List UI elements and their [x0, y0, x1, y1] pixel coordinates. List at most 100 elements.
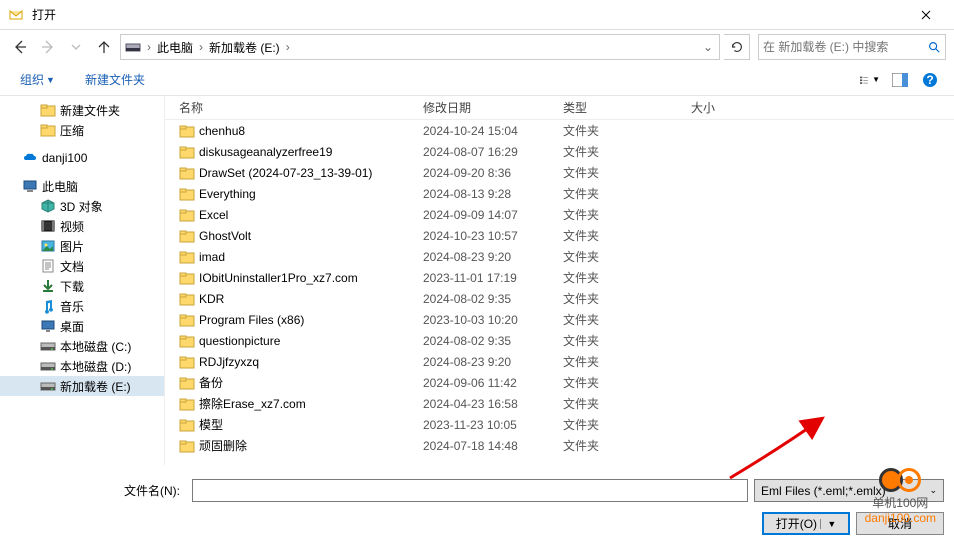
back-button[interactable] — [8, 35, 32, 59]
file-row[interactable]: Program Files (x86)2023-10-03 10:20文件夹 — [165, 309, 954, 330]
music-icon — [40, 298, 56, 314]
up-button[interactable] — [92, 35, 116, 59]
new-folder-button[interactable]: 新建文件夹 — [79, 71, 151, 88]
col-size[interactable]: 大小 — [691, 99, 771, 116]
filename-input[interactable] — [192, 479, 748, 502]
arrow-left-icon — [12, 39, 28, 55]
sidebar-item[interactable]: 桌面 — [0, 316, 164, 336]
col-type[interactable]: 类型 — [563, 99, 691, 116]
sidebar-item[interactable]: 下载 — [0, 276, 164, 296]
file-row[interactable]: KDR 2024-08-02 9:35文件夹 — [165, 288, 954, 309]
file-date: 2024-04-23 16:58 — [423, 397, 563, 411]
file-date: 2024-10-24 15:04 — [423, 124, 563, 138]
sidebar-item[interactable]: 本地磁盘 (C:) — [0, 336, 164, 356]
file-row[interactable]: Everything2024-08-13 9:28文件夹 — [165, 183, 954, 204]
sidebar[interactable]: 新建文件夹压缩 danji100 此电脑 3D 对象视频图片文档下载音乐桌面本地磁盘 … — [0, 96, 164, 465]
col-date[interactable]: 修改日期 — [423, 99, 563, 116]
col-name[interactable]: 名称 — [165, 99, 423, 116]
file-list[interactable]: 名称 修改日期 类型 大小 chenhu82024-10-24 15:04文件夹… — [164, 96, 954, 465]
folder-icon — [179, 333, 195, 349]
disk-icon — [40, 358, 56, 374]
file-row[interactable]: questionpicture2024-08-02 9:35文件夹 — [165, 330, 954, 351]
sidebar-item-label: 桌面 — [60, 318, 84, 335]
file-type: 文件夹 — [563, 185, 691, 202]
file-row[interactable]: IObitUninstaller1Pro_xz7.com2023-11-01 1… — [165, 267, 954, 288]
file-row[interactable]: diskusageanalyzerfree192024-08-07 16:29文… — [165, 141, 954, 162]
chevron-down-icon: ▼ — [872, 75, 880, 84]
file-type: 文件夹 — [563, 206, 691, 223]
disk-icon — [40, 378, 56, 394]
file-row[interactable]: 擦除Erase_xz7.com2024-04-23 16:58文件夹 — [165, 393, 954, 414]
file-type: 文件夹 — [563, 269, 691, 286]
disk-icon — [40, 338, 56, 354]
chevron-down-icon[interactable]: ⌄ — [701, 40, 715, 54]
nav-row: › 此电脑 › 新加载卷 (E:) › ⌄ — [0, 30, 954, 64]
open-button[interactable]: 打开(O) ▼ — [762, 512, 850, 535]
sidebar-item[interactable]: 新建文件夹 — [0, 100, 164, 120]
file-row[interactable]: Excel2024-09-09 14:07文件夹 — [165, 204, 954, 225]
file-date: 2023-10-03 10:20 — [423, 313, 563, 327]
file-date: 2024-08-23 9:20 — [423, 355, 563, 369]
breadcrumb[interactable]: › 此电脑 › 新加载卷 (E:) › ⌄ — [120, 34, 720, 60]
recent-button[interactable] — [64, 35, 88, 59]
forward-button[interactable] — [36, 35, 60, 59]
file-row[interactable]: imad2024-08-23 9:20文件夹 — [165, 246, 954, 267]
help-button[interactable]: ? — [920, 70, 940, 90]
sidebar-item[interactable]: 压缩 — [0, 120, 164, 140]
title-bar: 打开 — [0, 0, 954, 30]
file-row[interactable]: GhostVolt2024-10-23 10:57文件夹 — [165, 225, 954, 246]
file-date: 2024-08-02 9:35 — [423, 292, 563, 306]
sidebar-item[interactable]: 图片 — [0, 236, 164, 256]
file-date: 2024-08-23 9:20 — [423, 250, 563, 264]
file-date: 2024-08-02 9:35 — [423, 334, 563, 348]
file-type: 文件夹 — [563, 290, 691, 307]
downloads-icon — [40, 278, 56, 294]
sidebar-item[interactable]: 新加载卷 (E:) — [0, 376, 164, 396]
view-options-button[interactable]: ▼ — [860, 70, 880, 90]
sidebar-item[interactable]: 视频 — [0, 216, 164, 236]
close-button[interactable] — [906, 1, 946, 29]
file-row[interactable]: DrawSet (2024-07-23_13-39-01)2024-09-20 … — [165, 162, 954, 183]
sidebar-item-label: 音乐 — [60, 298, 84, 315]
preview-pane-button[interactable] — [890, 70, 910, 90]
file-row[interactable]: 备份2024-09-06 11:42文件夹 — [165, 372, 954, 393]
pc-icon — [22, 178, 38, 194]
file-type: 文件夹 — [563, 248, 691, 265]
file-name: KDR — [199, 292, 224, 306]
search-input[interactable] — [763, 40, 927, 54]
sidebar-item[interactable]: 文档 — [0, 256, 164, 276]
folder-icon — [40, 122, 56, 138]
folder-icon — [179, 186, 195, 202]
search-box[interactable] — [758, 34, 946, 60]
sidebar-item[interactable]: 此电脑 — [0, 176, 164, 196]
sidebar-item-label: 视频 — [60, 218, 84, 235]
file-type: 文件夹 — [563, 437, 691, 454]
sidebar-item[interactable]: danji100 — [0, 148, 164, 168]
sidebar-item-label: 3D 对象 — [60, 198, 103, 215]
cancel-button[interactable]: 取消 — [856, 512, 944, 535]
folder-icon — [179, 438, 195, 454]
chevron-down-icon: ⌄ — [929, 485, 937, 496]
breadcrumb-seg-drive[interactable]: 新加载卷 (E:) — [205, 39, 284, 56]
sidebar-item-label: 本地磁盘 (C:) — [60, 338, 131, 355]
file-name: 擦除Erase_xz7.com — [199, 395, 306, 412]
onedrive-icon — [22, 150, 38, 166]
file-type: 文件夹 — [563, 122, 691, 139]
sidebar-item[interactable]: 本地磁盘 (D:) — [0, 356, 164, 376]
sidebar-item[interactable]: 3D 对象 — [0, 196, 164, 216]
file-row[interactable]: RDJjfzyxzq2024-08-23 9:20文件夹 — [165, 351, 954, 372]
file-row[interactable]: chenhu82024-10-24 15:04文件夹 — [165, 120, 954, 141]
file-type-filter[interactable]: Eml Files (*.eml;*.emlx) ⌄ — [754, 479, 944, 502]
file-row[interactable]: 模型2023-11-23 10:05文件夹 — [165, 414, 954, 435]
sidebar-item-label: 本地磁盘 (D:) — [60, 358, 131, 375]
breadcrumb-seg-pc[interactable]: 此电脑 — [153, 39, 197, 56]
file-row[interactable]: 顽固删除2024-07-18 14:48文件夹 — [165, 435, 954, 456]
organize-menu[interactable]: 组织 ▼ — [14, 71, 61, 88]
file-name: diskusageanalyzerfree19 — [199, 145, 332, 159]
refresh-button[interactable] — [724, 34, 750, 60]
file-name: Excel — [199, 208, 228, 222]
sidebar-item — [0, 140, 164, 148]
folder-icon — [179, 165, 195, 181]
file-name: 顽固删除 — [199, 437, 247, 454]
sidebar-item[interactable]: 音乐 — [0, 296, 164, 316]
